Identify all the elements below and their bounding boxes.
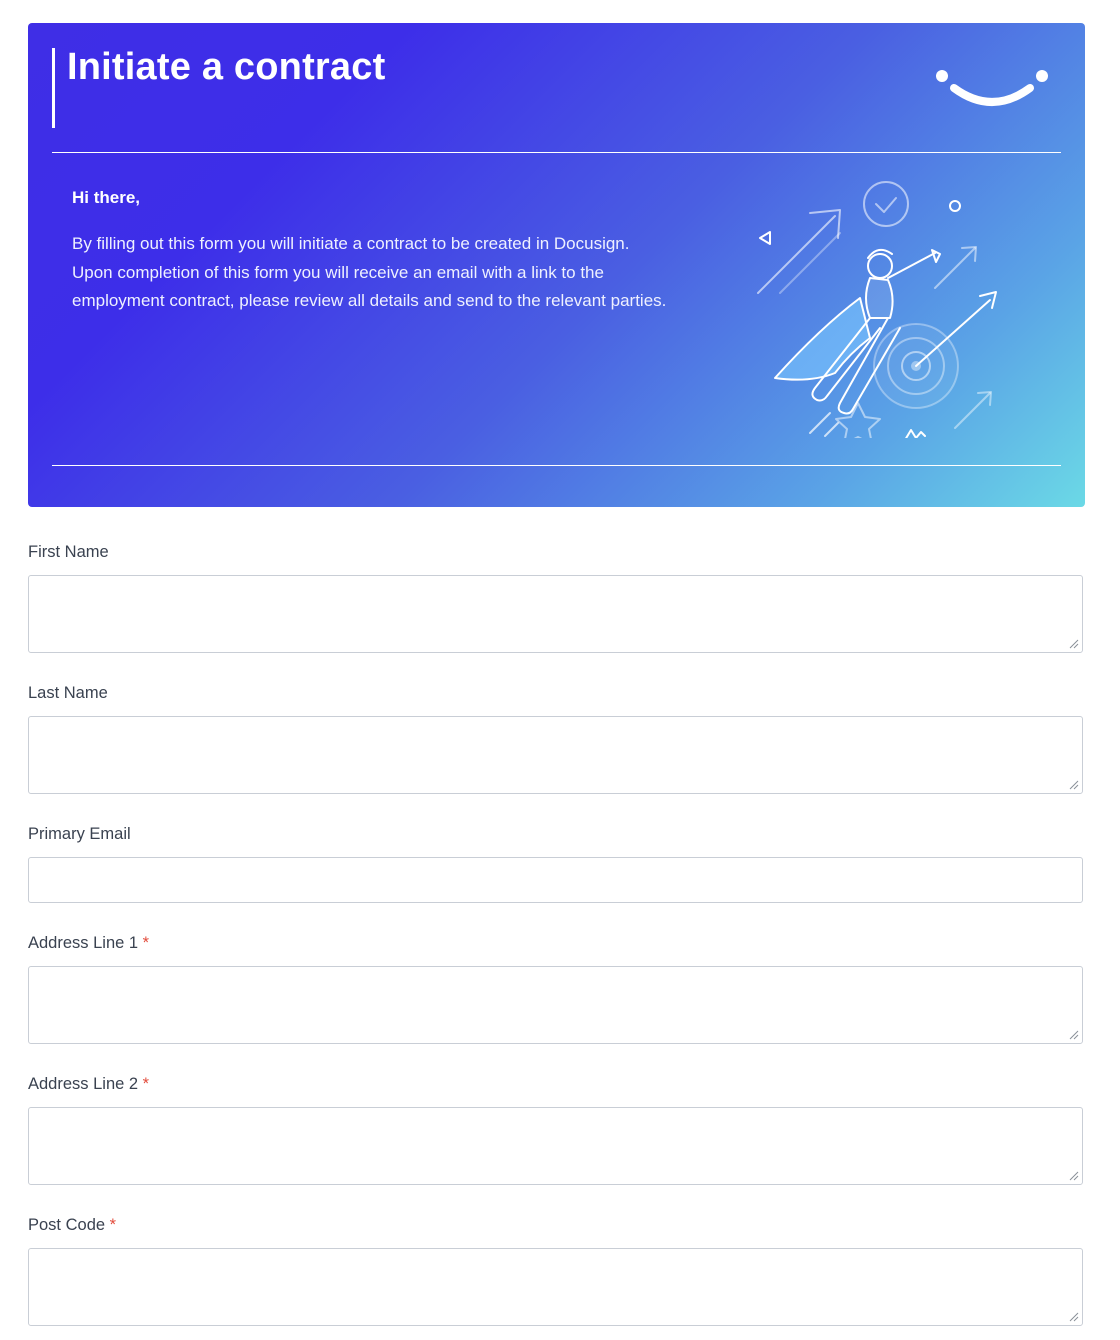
first-name-input[interactable]: [29, 576, 1082, 652]
hero-divider-bottom: [52, 465, 1061, 466]
primary-email-input[interactable]: [29, 858, 1082, 902]
address-line-2-label: Address Line 2 *: [28, 1075, 150, 1093]
post-code-input[interactable]: [29, 1249, 1082, 1325]
address-line-1-input[interactable]: [29, 967, 1082, 1043]
resize-grip-icon[interactable]: [1069, 1312, 1079, 1322]
last-name-input[interactable]: [29, 717, 1082, 793]
address-line-2-field[interactable]: [28, 1107, 1083, 1185]
address-line-2-input[interactable]: [29, 1108, 1082, 1184]
intro-text: By filling out this form you will initia…: [72, 234, 667, 310]
first-name-field[interactable]: [28, 575, 1083, 653]
resize-grip-icon[interactable]: [1069, 780, 1079, 790]
hero-divider-top: [52, 152, 1061, 153]
title-accent-bar: [52, 48, 55, 128]
resize-grip-icon[interactable]: [1069, 1171, 1079, 1181]
smile-logo-icon: [936, 70, 1048, 106]
required-marker: *: [142, 1075, 150, 1093]
required-marker: *: [109, 1216, 117, 1234]
hero-banner: Initiate a contract Hi there, By filling…: [28, 23, 1085, 507]
superhero-target-illustration: [757, 181, 997, 438]
primary-email-label: Primary Email: [28, 825, 131, 843]
required-marker: *: [142, 934, 150, 952]
last-name-field[interactable]: [28, 716, 1083, 794]
first-name-label: First Name: [28, 543, 109, 561]
post-code-label: Post Code *: [28, 1216, 117, 1234]
address-line-1-field[interactable]: [28, 966, 1083, 1044]
primary-email-field[interactable]: [28, 857, 1083, 903]
greeting-text: Hi there,: [72, 188, 141, 207]
post-code-field[interactable]: [28, 1248, 1083, 1326]
page-title: Initiate a contract: [67, 46, 386, 88]
last-name-label: Last Name: [28, 684, 108, 702]
resize-grip-icon[interactable]: [1069, 639, 1079, 649]
resize-grip-icon[interactable]: [1069, 1030, 1079, 1040]
address-line-1-label: Address Line 1 *: [28, 934, 150, 952]
